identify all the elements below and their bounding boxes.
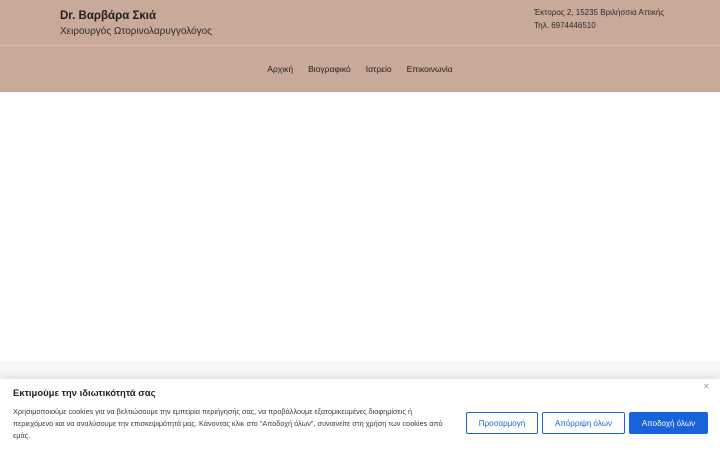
brand-name[interactable]: Dr. Βαρβάρα Σκιά bbox=[60, 10, 212, 23]
reject-all-button[interactable]: Απόρριψη όλων bbox=[542, 412, 625, 434]
phone-text[interactable]: Τηλ. 6974446510 bbox=[534, 19, 664, 32]
nav-item-home[interactable]: Αρχική bbox=[267, 64, 293, 74]
customize-button[interactable]: Προσαρμογή bbox=[466, 412, 538, 434]
site-header: Dr. Βαρβάρα Σκιά Χειρουργός Ωτορινολαρυγ… bbox=[0, 0, 720, 92]
brand-subtitle: Χειρουργός Ωτορινολαρυγγολόγος bbox=[60, 26, 212, 37]
nav-item-contact[interactable]: Επικοινωνία bbox=[407, 64, 453, 74]
cookie-description: Χρησιμοποιούμε cookies για να βελτιώσουμ… bbox=[13, 407, 443, 440]
cookie-banner: Εκτιμούμε την ιδιωτικότητά σας ✕ Χρησιμο… bbox=[0, 379, 720, 450]
top-bar: Dr. Βαρβάρα Σκιά Χειρουργός Ωτορινολαρυγ… bbox=[0, 0, 720, 46]
cookie-title: Εκτιμούμε την ιδιωτικότητά σας bbox=[13, 388, 156, 399]
main-nav: Αρχική Βιογραφικό Ιατρείο Επικοινωνία bbox=[0, 46, 720, 92]
brand[interactable]: Dr. Βαρβάρα Σκιά Χειρουργός Ωτορινολαρυγ… bbox=[60, 10, 212, 38]
nav-item-bio[interactable]: Βιογραφικό bbox=[308, 64, 351, 74]
contact-info: Έκτορος 2, 15235 Βριλήσσια Αττικής Τηλ. … bbox=[534, 6, 664, 32]
accept-all-button[interactable]: Αποδοχή όλων bbox=[629, 412, 708, 434]
address-text: Έκτορος 2, 15235 Βριλήσσια Αττικής bbox=[534, 8, 665, 17]
close-icon[interactable]: ✕ bbox=[703, 382, 710, 391]
nav-item-clinic[interactable]: Ιατρείο bbox=[366, 64, 392, 74]
